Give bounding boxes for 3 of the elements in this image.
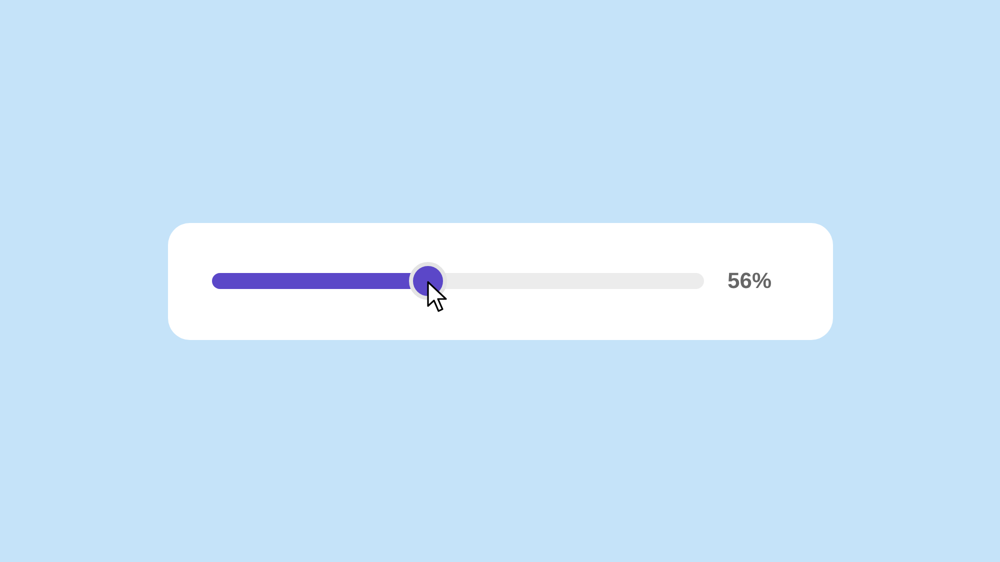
percentage-reading: 56% xyxy=(728,268,772,294)
cursor-icon xyxy=(426,281,449,313)
slider[interactable] xyxy=(212,262,704,314)
